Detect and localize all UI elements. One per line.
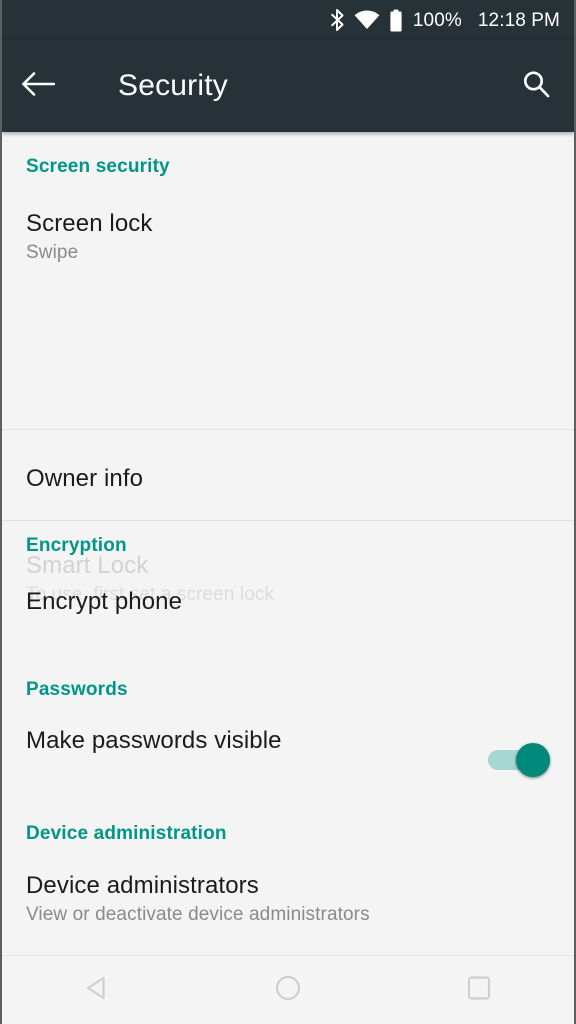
arrow-back-icon [21,70,56,103]
pref-owner-info-title: Owner info [26,465,144,492]
pref-device-administrators[interactable]: Device administrators View or deactivate… [2,872,574,955]
switch-thumb [516,743,550,777]
section-header-device-administration: Device administration [26,823,227,844]
pref-device-administrators-summary: View or deactivate device administrators [26,904,370,925]
back-triangle-icon [80,971,114,1010]
list-divider [2,429,574,430]
app-toolbar: Security [2,40,574,132]
home-circle-icon [271,971,305,1010]
search-button[interactable] [498,40,574,132]
list-divider [2,520,574,521]
back-button[interactable] [2,40,74,132]
pref-encrypt-phone[interactable]: Encrypt phone [2,588,574,644]
search-icon [520,68,552,105]
section-header-encryption: Encryption [26,535,127,556]
page-title: Security [118,69,228,102]
wifi-icon [354,10,380,30]
pref-owner-info[interactable]: Owner info [2,465,574,521]
pref-make-passwords-visible[interactable]: Make passwords visible [2,727,574,793]
status-bar: 100% 12:18 PM [2,0,574,40]
nav-home-button[interactable] [240,956,336,1024]
settings-list[interactable]: Screen security Screen lock Swipe Owner … [2,132,574,955]
section-header-screen-security: Screen security [26,156,170,177]
section-header-passwords: Passwords [26,679,128,700]
pref-screen-lock-title: Screen lock [26,210,153,237]
battery-full-icon [389,9,403,32]
bluetooth-icon [330,9,345,31]
pref-encrypt-phone-title: Encrypt phone [26,588,183,615]
nav-recents-button[interactable] [431,956,527,1024]
system-navigation-bar [2,955,574,1024]
nav-back-button[interactable] [49,956,145,1024]
pref-screen-lock[interactable]: Screen lock Swipe [2,210,574,300]
battery-percent-label: 100% [412,9,462,31]
make-passwords-visible-switch[interactable] [488,743,550,777]
status-clock: 12:18 PM [477,9,560,31]
pref-make-passwords-visible-title: Make passwords visible [26,727,282,754]
pref-screen-lock-summary: Swipe [26,242,79,263]
pref-device-administrators-title: Device administrators [26,872,259,899]
recents-square-icon [462,971,496,1010]
phone-screen: 100% 12:18 PM Security Screen security S… [0,0,576,1024]
